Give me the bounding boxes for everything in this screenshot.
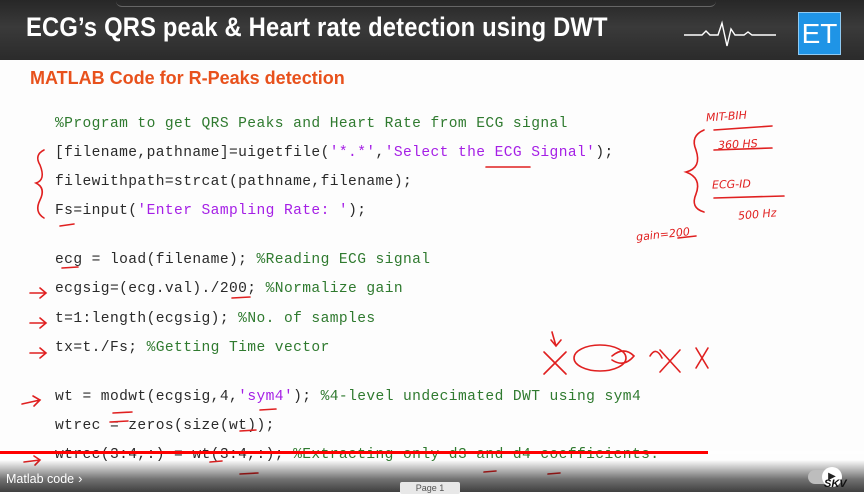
arrow-mark [29, 347, 48, 359]
right-brace-mark [683, 129, 705, 213]
arrow-mark [29, 287, 48, 299]
progress-fill [0, 451, 709, 454]
annotation-ecg-id: ECG-ID [711, 177, 752, 192]
arrow-mark [21, 395, 42, 407]
page-label: Page 1 [400, 482, 460, 494]
left-brace-mark [33, 149, 45, 219]
handwritten-annotations [21, 125, 785, 475]
watermark: SKV [824, 478, 847, 490]
arrow-mark [29, 317, 48, 329]
circle-mark [573, 344, 627, 372]
chapter-label: Matlab code [6, 472, 75, 486]
chapter-button[interactable]: Matlab code › [6, 471, 82, 486]
progress-bar[interactable] [0, 451, 864, 454]
chevron-right-icon: › [78, 471, 83, 486]
annotation-360: 360 HS [717, 136, 759, 153]
